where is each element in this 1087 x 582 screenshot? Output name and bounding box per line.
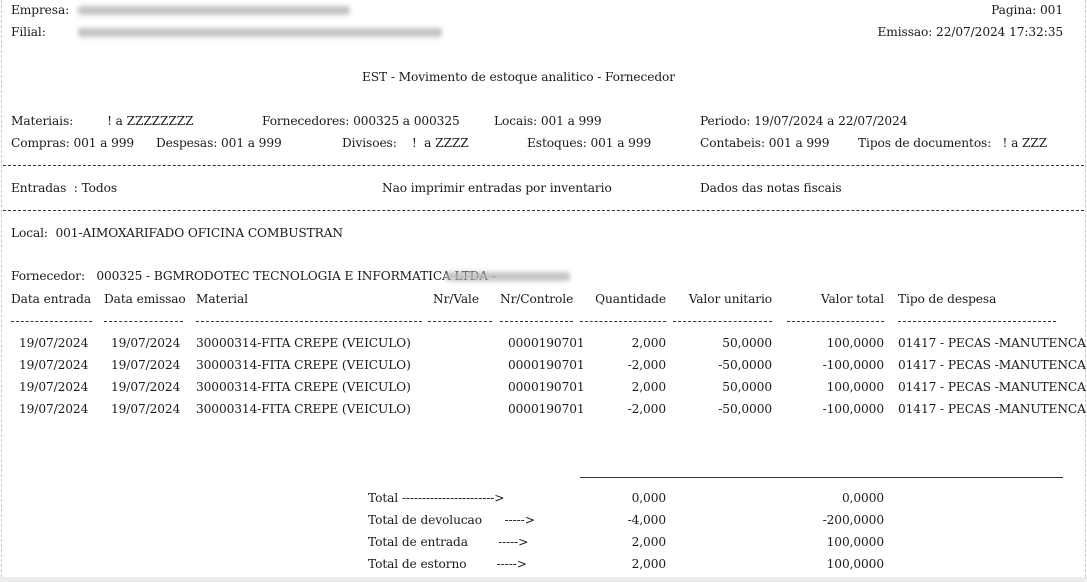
page-left-edge xyxy=(1,0,2,582)
cell-tipo-despesa: 01417 - PECAS -MANUTENCA xyxy=(898,336,1086,350)
cell-material: 30000314-FITA CREPE (VEICULO) xyxy=(196,402,411,416)
cell-tipo-despesa: 01417 - PECAS -MANUTENCA xyxy=(898,402,1086,416)
separator-line xyxy=(3,165,1084,166)
cell-valor-total: 100,0000 xyxy=(826,380,884,394)
total-quantidade: 0,000 xyxy=(631,491,666,505)
filter-contabeis: Contabeis: 001 a 999 xyxy=(700,136,830,150)
col-underline xyxy=(500,321,573,322)
cell-nr-controle: 0000190701 xyxy=(508,336,585,350)
filter-divisoes: Divisoes: ! a ZZZZ xyxy=(342,136,469,150)
total-valor: 0,0000 xyxy=(841,491,884,505)
col-tipo-despesa: Tipo de despesa xyxy=(898,292,997,306)
col-nr-controle: Nr/Controle xyxy=(500,292,574,306)
filter-estoques: Estoques: 001 a 999 xyxy=(527,136,652,150)
total-estorno-label: Total de estorno -----> xyxy=(368,557,527,571)
cell-tipo-despesa: 01417 - PECAS -MANUTENCA xyxy=(898,380,1086,394)
cell-data-entrada: 19/07/2024 xyxy=(19,402,89,416)
cell-data-entrada: 19/07/2024 xyxy=(19,336,89,350)
total-label: Total -----------------------> xyxy=(368,491,505,505)
filial-redacted xyxy=(78,28,442,37)
col-material: Material xyxy=(196,292,248,306)
col-underline xyxy=(428,321,492,322)
cell-valor-total: 100,0000 xyxy=(826,336,884,350)
col-underline xyxy=(673,321,772,322)
totals-rule xyxy=(580,477,1063,478)
filial-label: Filial: xyxy=(11,25,46,39)
col-valor-total: Valor total xyxy=(820,292,884,306)
total-entrada-label: Total de entrada -----> xyxy=(368,535,529,549)
cell-quantidade: -2,000 xyxy=(627,402,667,416)
cell-tipo-despesa: 01417 - PECAS -MANUTENCA xyxy=(898,358,1086,372)
filter-compras: Compras: 001 a 999 xyxy=(11,136,135,150)
empresa-label: Empresa: xyxy=(11,3,70,17)
page-bottom-edge xyxy=(0,577,1087,582)
local-line: Local: 001-AIMOXARIFADO OFICINA COMBUSTR… xyxy=(11,226,343,240)
filter-fornecedores: Fornecedores: 000325 a 000325 xyxy=(262,114,460,128)
cell-data-entrada: 19/07/2024 xyxy=(19,358,89,372)
report-title: EST - Movimento de estoque analitico - F… xyxy=(362,70,676,84)
col-quantidade: Quantidade xyxy=(595,292,666,306)
cell-data-emissao: 19/07/2024 xyxy=(111,358,181,372)
cell-data-entrada: 19/07/2024 xyxy=(19,380,89,394)
total-devolucao-valor: -200,0000 xyxy=(822,513,884,527)
fornecedor-redacted xyxy=(446,272,570,281)
cell-nr-controle: 0000190701 xyxy=(508,358,585,372)
cell-valor-unitario: 50,0000 xyxy=(722,380,772,394)
empresa-redacted xyxy=(78,6,350,15)
filter-periodo: Periodo: 19/07/2024 a 22/07/2024 xyxy=(700,114,908,128)
page-right-edge xyxy=(1085,0,1086,582)
cell-valor-unitario: -50,0000 xyxy=(718,402,772,416)
total-entrada-valor: 100,0000 xyxy=(826,535,884,549)
col-nr-vale: Nr/Vale xyxy=(433,292,479,306)
option-dados-notas: Dados das notas fiscais xyxy=(700,181,842,195)
fornecedor-line: Fornecedor: 000325 - BGMRODOTEC TECNOLOG… xyxy=(11,269,496,283)
cell-material: 30000314-FITA CREPE (VEICULO) xyxy=(196,358,411,372)
col-data-entrada: Data entrada xyxy=(11,292,91,306)
page-number: Pagina: 001 xyxy=(991,3,1063,17)
total-devolucao-quantidade: -4,000 xyxy=(627,513,667,527)
filter-locais: Locais: 001 a 999 xyxy=(494,114,602,128)
col-underline xyxy=(104,321,183,322)
total-devolucao-label: Total de devolucao -----> xyxy=(368,513,535,527)
cell-valor-unitario: -50,0000 xyxy=(718,358,772,372)
cell-nr-controle: 0000190701 xyxy=(508,402,585,416)
total-estorno-valor: 100,0000 xyxy=(826,557,884,571)
cell-valor-unitario: 50,0000 xyxy=(722,336,772,350)
col-underline xyxy=(196,321,422,322)
filter-despesas: Despesas: 001 a 999 xyxy=(156,136,282,150)
col-underline xyxy=(11,321,92,322)
total-estorno-quantidade: 2,000 xyxy=(631,557,666,571)
filter-materiais: Materiais: ! a ZZZZZZZZ xyxy=(11,114,194,128)
option-entradas: Entradas : Todos xyxy=(11,181,117,195)
col-valor-unitario: Valor unitario xyxy=(688,292,772,306)
cell-data-emissao: 19/07/2024 xyxy=(111,380,181,394)
emission-date: Emissao: 22/07/2024 17:32:35 xyxy=(877,25,1064,39)
col-underline xyxy=(898,321,1056,322)
col-underline xyxy=(580,321,666,322)
cell-material: 30000314-FITA CREPE (VEICULO) xyxy=(196,336,411,350)
cell-valor-total: -100,0000 xyxy=(822,402,884,416)
filter-tipos-documentos: Tipos de documentos: ! a ZZZ xyxy=(858,136,1048,150)
cell-data-emissao: 19/07/2024 xyxy=(111,402,181,416)
col-underline xyxy=(787,321,884,322)
cell-quantidade: 2,000 xyxy=(631,380,666,394)
cell-valor-total: -100,0000 xyxy=(822,358,884,372)
cell-material: 30000314-FITA CREPE (VEICULO) xyxy=(196,380,411,394)
cell-quantidade: 2,000 xyxy=(631,336,666,350)
cell-nr-controle: 0000190701 xyxy=(508,380,585,394)
separator-line xyxy=(3,210,1084,211)
cell-quantidade: -2,000 xyxy=(627,358,667,372)
total-entrada-quantidade: 2,000 xyxy=(631,535,666,549)
cell-data-emissao: 19/07/2024 xyxy=(111,336,181,350)
option-nao-imprimir: Nao imprimir entradas por inventario xyxy=(382,181,612,195)
col-data-emissao: Data emissao xyxy=(104,292,186,306)
